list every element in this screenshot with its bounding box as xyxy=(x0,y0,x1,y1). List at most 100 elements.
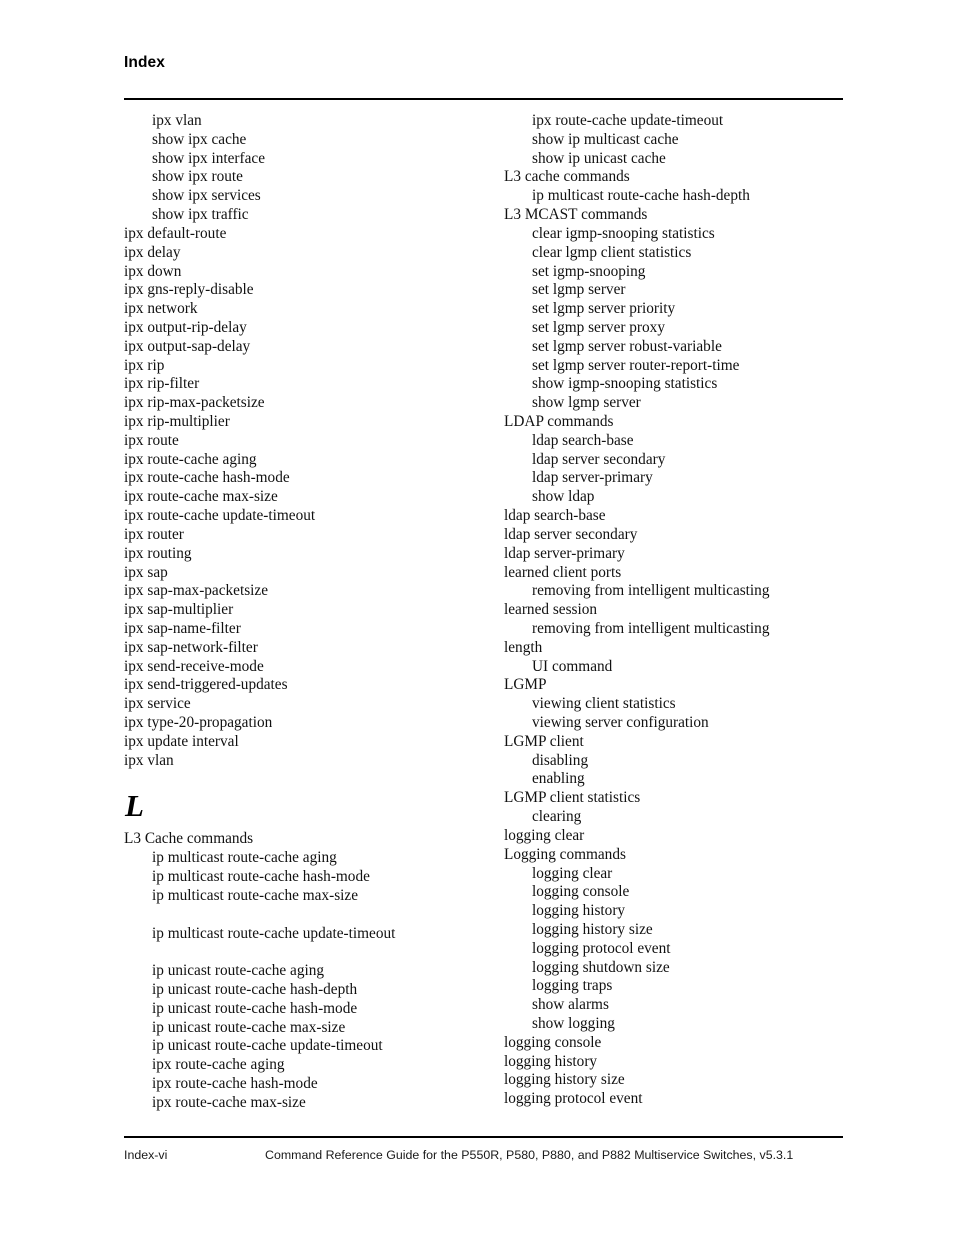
index-entry-main: ipx down xyxy=(124,262,182,280)
index-entry-main: ipx rip-max-packetsize xyxy=(124,394,265,412)
index-entry-sub: show logging xyxy=(532,1015,615,1032)
index-entry-main: ipx gns-reply-disable xyxy=(124,281,254,299)
index-entry-main: ipx update interval xyxy=(124,732,239,750)
index-entry-main: ldap server secondary xyxy=(504,525,638,543)
index-entry-sub: show ipx interface xyxy=(152,149,265,167)
index-entry-sub: ldap server secondary xyxy=(532,450,666,468)
index-entry-main: Logging commands xyxy=(504,845,626,863)
header-divider-rule xyxy=(124,98,843,100)
index-entry-sub: logging shutdown size xyxy=(532,958,670,976)
index-entry-sub: ipx route-cache update-timeout xyxy=(532,112,724,129)
footer-document-title: Command Reference Guide for the P550R, P… xyxy=(265,1148,794,1162)
page-header: Index xyxy=(124,53,843,72)
index-entry-main: LGMP client statistics xyxy=(504,789,641,807)
index-entry-sub: set lgmp server robust-variable xyxy=(532,337,722,355)
index-entry-main: ipx network xyxy=(124,300,198,318)
index-entry-main: ipx route-cache update-timeout xyxy=(124,507,316,525)
index-entry-sub: set lgmp server xyxy=(532,281,626,299)
index-page: Index ipx vlan show ipx cache show ipx int… xyxy=(0,0,954,1235)
index-entry-main: logging clear xyxy=(504,826,585,844)
index-entry-main: ipx type-20-propagation xyxy=(124,714,273,731)
index-entry-sub: ipx route-cache hash-mode xyxy=(152,1075,318,1092)
index-entry-sub: show ipx route xyxy=(152,168,243,186)
index-entry-sub: logging history xyxy=(532,902,626,920)
index-entry-sub: ip unicast route-cache update-timeout xyxy=(152,1037,383,1055)
index-entry-sub: logging protocol event xyxy=(532,939,671,957)
index-entry-sub: ip multicast route-cache update-timeout xyxy=(152,924,396,942)
index-entry-main: ipx route-cache hash-mode xyxy=(124,469,290,487)
index-entry-sub: clear lgmp client statistics xyxy=(532,243,692,261)
index-entry-spacer xyxy=(124,906,469,925)
index-entry-sub: show igmp-snooping statistics xyxy=(532,375,718,393)
index-entry-sub: ipx vlan xyxy=(152,112,202,129)
index-entry-sub: ip multicast route-cache hash-depth xyxy=(532,187,750,205)
index-entry-sub: show alarms xyxy=(532,996,609,1014)
index-entry-main: ipx service xyxy=(124,695,191,713)
index-entry-sub: ip multicast route-cache hash-mode xyxy=(152,868,370,886)
index-entry-sub: ip multicast route-cache aging xyxy=(152,849,337,867)
index-entry-sub: ipx route-cache max-size xyxy=(152,1093,306,1111)
index-entry-main: ipx router xyxy=(124,525,184,543)
index-entry-sub: viewing server configuration xyxy=(532,714,709,731)
index-entry-sub: ip unicast route-cache hash-depth xyxy=(152,980,358,998)
index-entry-sub: show ipx cache xyxy=(152,130,247,148)
index-entry-sub: clear igmp-snooping statistics xyxy=(532,224,715,242)
index-entry-main: ipx sap-multiplier xyxy=(124,601,234,619)
index-entry-main: LGMP client xyxy=(504,732,584,750)
index-entry-main: LGMP xyxy=(504,676,547,694)
index-entry-main: ipx sap-name-filter xyxy=(124,619,241,637)
index-entry-main: length xyxy=(504,638,543,656)
index-entry-spacer xyxy=(124,943,469,962)
index-entry-sub: disabling xyxy=(532,751,589,769)
footer-divider-rule xyxy=(124,1136,843,1138)
index-entry-sub: ldap search-base xyxy=(532,431,634,449)
index-entry-sub: removing from intelligent multicasting xyxy=(532,619,770,637)
index-column-left: ipx vlan show ipx cache show ipx interface… xyxy=(124,112,469,1113)
index-entry-sub: viewing client statistics xyxy=(532,695,676,713)
index-entry-main: L3 MCAST commands xyxy=(504,206,648,224)
index-entry-sub: clearing xyxy=(532,808,582,826)
index-entry-sub: UI command xyxy=(532,657,613,675)
index-entry-main: ipx rip xyxy=(124,356,165,374)
index-entry-main: ipx output-rip-delay xyxy=(124,318,247,336)
index-entry-main: logging history size xyxy=(504,1071,625,1089)
index-entry-main: ipx rip-filter xyxy=(124,375,200,393)
index-entry-sub: logging clear xyxy=(532,864,613,882)
index-entry-sub: logging history size xyxy=(532,920,653,938)
page-footer: Index-vi Command Reference Guide for the… xyxy=(124,1146,843,1166)
index-entry-main: ipx sap xyxy=(124,563,168,581)
index-entry-main: ipx route xyxy=(124,431,179,449)
index-entry-main: learned client ports xyxy=(504,563,622,581)
index-entry-sub: removing from intelligent multicasting xyxy=(532,582,770,600)
index-entry-main: learned session xyxy=(504,601,598,619)
index-entry-main: ipx delay xyxy=(124,243,181,261)
index-entry-sub: logging traps xyxy=(532,977,613,995)
index-entry-main: logging console xyxy=(504,1033,602,1051)
index-entry-sub: set igmp-snooping xyxy=(532,262,646,280)
index-entry-sub: set lgmp server priority xyxy=(532,300,676,318)
index-entry-sub: set lgmp server router-report-time xyxy=(532,356,740,374)
index-entry-main: ipx vlan xyxy=(124,751,174,769)
index-entry-main: ldap server-primary xyxy=(504,544,625,562)
index-entry-main: L3 Cache commands xyxy=(124,830,254,848)
index-entry-sub: ldap server-primary xyxy=(532,469,653,487)
index-entry-sub: ip unicast route-cache max-size xyxy=(152,1018,346,1036)
index-entry-main: logging protocol event xyxy=(504,1090,643,1108)
index-entry-sub: ip unicast route-cache aging xyxy=(152,962,325,980)
index-entry-main: ipx sap-network-filter xyxy=(124,638,258,656)
index-entry-main: ipx route-cache max-size xyxy=(124,488,278,506)
index-section-letter: L xyxy=(125,788,144,824)
index-entry-sub: ip multicast route-cache max-size xyxy=(152,886,358,904)
index-entry-main: ipx send-receive-mode xyxy=(124,657,264,675)
page-title: Index xyxy=(124,54,165,71)
index-entry-main: ldap search-base xyxy=(504,507,606,525)
index-entry-main: ipx default-route xyxy=(124,224,227,242)
index-entry-sub: set lgmp server proxy xyxy=(532,318,665,336)
index-entry-main: ipx sap-max-packetsize xyxy=(124,582,268,600)
index-entry-sub: show lgmp server xyxy=(532,394,641,412)
index-column-right: ipx route-cache update-timeout show ip mu… xyxy=(504,112,849,1109)
index-entry-main: ipx output-sap-delay xyxy=(124,337,251,355)
index-entry-main: ipx route-cache aging xyxy=(124,450,257,468)
footer-page-number: Index-vi xyxy=(124,1148,168,1162)
index-entry-sub: show ipx services xyxy=(152,187,261,205)
